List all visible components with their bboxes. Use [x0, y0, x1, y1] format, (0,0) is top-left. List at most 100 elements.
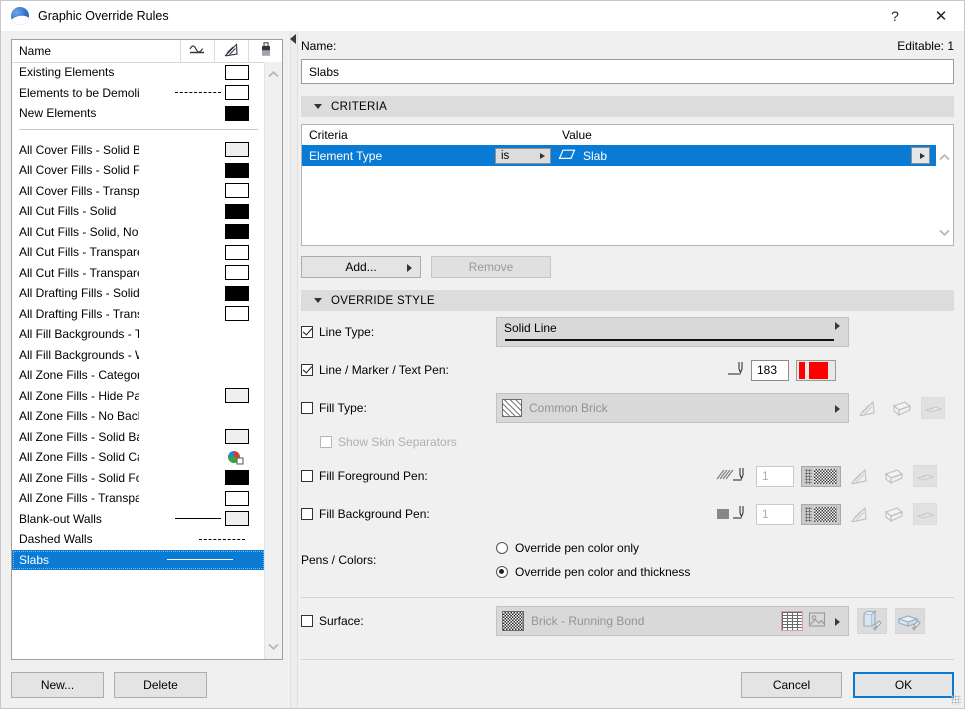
cancel-button[interactable]: Cancel	[741, 672, 842, 698]
close-button[interactable]: ✕	[918, 1, 964, 31]
fill-background-pattern-swatch[interactable]	[801, 503, 841, 525]
criteria-operator-dropdown[interactable]: is	[495, 147, 551, 164]
new-button[interactable]: New...	[11, 672, 104, 698]
show-skin-separators-checkbox[interactable]	[320, 436, 332, 448]
collapse-pane-icon[interactable]	[290, 34, 296, 44]
criteria-row[interactable]: Element Type is Slab	[302, 145, 936, 166]
list-item[interactable]: All Drafting Fills - Transparent	[12, 304, 265, 325]
cover-fill-icon[interactable]	[881, 465, 905, 487]
pens-option-color-only[interactable]: Override pen color only	[496, 537, 690, 558]
scroll-down-icon[interactable]	[265, 638, 282, 655]
remove-criteria-button[interactable]: Remove	[431, 256, 551, 278]
color-swatch	[225, 224, 249, 240]
radio-pen-color-and-thickness[interactable]	[496, 565, 508, 578]
pen-color-swatch[interactable]	[796, 359, 836, 381]
rule-name-input[interactable]: Slabs	[301, 59, 954, 84]
list-item[interactable]: All Cut Fills - Transparent, N...	[12, 263, 265, 284]
list-item[interactable]: All Zone Fills - Transparent	[12, 488, 265, 509]
cut-fill-icon[interactable]	[849, 465, 873, 487]
color-swatch	[225, 429, 249, 445]
brick-texture-icon[interactable]	[781, 611, 803, 631]
criteria-value-picker-button[interactable]	[911, 147, 930, 164]
list-item[interactable]: All Zone Fills - Category Back...	[12, 365, 265, 386]
column-header-name[interactable]: Name	[12, 44, 180, 58]
fill-background-pen-number-input[interactable]: 1	[756, 503, 794, 525]
list-item[interactable]: Elements to be Demolished	[12, 83, 265, 104]
list-item[interactable]: All Cut Fills - Solid, No Skin ...	[12, 222, 265, 243]
line-type-dropdown[interactable]: Solid Line	[496, 317, 849, 347]
list-item[interactable]: Dashed Walls	[12, 529, 265, 550]
column-header-line-type[interactable]	[180, 40, 214, 62]
dots-pattern-icon	[805, 468, 812, 484]
add-criteria-button[interactable]: Add...	[301, 256, 421, 278]
list-item[interactable]: Existing Elements	[12, 62, 265, 83]
fill-type-dropdown[interactable]: Common Brick	[496, 393, 849, 423]
surface-checkbox[interactable]	[301, 615, 313, 627]
list-item[interactable]: All Drafting Fills - Solid	[12, 283, 265, 304]
drafting-fill-icon[interactable]	[913, 503, 937, 525]
fill-type-checkbox[interactable]	[301, 402, 313, 414]
column-header-surface[interactable]	[248, 40, 282, 62]
help-button[interactable]: ?	[872, 1, 918, 31]
cover-fill-icon[interactable]	[881, 503, 905, 525]
list-item[interactable]: All Cut Fills - Solid	[12, 201, 265, 222]
list-item[interactable]: All Cut Fills - Transparent	[12, 242, 265, 263]
splitter-bar[interactable]	[290, 31, 298, 708]
drafting-fill-icon[interactable]	[921, 397, 945, 419]
fill-foreground-pen-number-input[interactable]: 1	[756, 465, 794, 487]
radio-pen-color-only[interactable]	[496, 541, 508, 554]
list-item[interactable]: All Cover Fills - Solid Backgr...	[12, 140, 265, 161]
list-item-preview	[139, 140, 265, 160]
drafting-fill-icon[interactable]	[913, 465, 937, 487]
scroll-down-icon[interactable]	[936, 224, 953, 241]
fill-foreground-pen-checkbox[interactable]	[301, 470, 313, 482]
list-item[interactable]: All Zone Fills - Solid Foregro...	[12, 468, 265, 489]
rules-list-scrollbar[interactable]	[264, 62, 282, 659]
scroll-up-icon[interactable]	[265, 66, 282, 83]
cut-fill-icon[interactable]	[849, 503, 873, 525]
list-item[interactable]: Blank-out Walls	[12, 509, 265, 530]
list-item-preview	[139, 222, 265, 242]
cut-fill-icon[interactable]	[857, 397, 881, 419]
list-item[interactable]: All Zone Fills - Solid Category	[12, 447, 265, 468]
paint-3d-icon[interactable]	[857, 608, 887, 634]
criteria-value-cell[interactable]: Slab	[558, 149, 911, 163]
rules-list-rows[interactable]: Existing Elements Elements to be Demolish…	[12, 62, 265, 659]
fill-type-value: Common Brick	[529, 401, 608, 415]
list-item[interactable]: All Fill Backgrounds - Windo...	[12, 345, 265, 366]
surface-dropdown[interactable]: Brick - Running Bond	[496, 606, 849, 636]
list-item[interactable]: Slabs	[12, 549, 265, 570]
divider	[19, 128, 258, 130]
scroll-up-icon[interactable]	[936, 149, 953, 166]
list-item[interactable]: All Fill Backgrounds - Transp...	[12, 324, 265, 345]
fill-background-pen-label: Fill Background Pen:	[319, 507, 430, 521]
line-marker-text-pen-checkbox[interactable]	[301, 364, 313, 376]
criteria-section-header[interactable]: CRITERIA	[301, 96, 954, 117]
cover-fill-icon[interactable]	[889, 397, 913, 419]
list-item[interactable]: All Cover Fills - Solid Foregr...	[12, 160, 265, 181]
color-swatch	[225, 85, 249, 101]
criteria-scrollbar[interactable]	[936, 145, 953, 245]
override-style-section-title: OVERRIDE STYLE	[331, 294, 435, 307]
line-type-checkbox[interactable]	[301, 326, 313, 338]
delete-button[interactable]: Delete	[114, 672, 207, 698]
picture-icon[interactable]	[808, 611, 826, 632]
override-style-section-header[interactable]: OVERRIDE STYLE	[301, 290, 954, 311]
list-item[interactable]: All Zone Fills - No Background	[12, 406, 265, 427]
fill-background-pen-checkbox[interactable]	[301, 508, 313, 520]
criteria-row-name: Element Type	[309, 148, 383, 163]
pens-option-color-thickness[interactable]: Override pen color and thickness	[496, 561, 690, 582]
pen-number-input[interactable]: 183	[751, 359, 789, 381]
list-item[interactable]: All Zone Fills - Solid Backgro...	[12, 427, 265, 448]
dialog-content: Name Existing Elements Elements to be De…	[1, 31, 964, 708]
list-item[interactable]: New Elements	[12, 103, 265, 124]
resize-grip[interactable]	[951, 695, 961, 705]
fill-foreground-pattern-swatch[interactable]	[801, 465, 841, 487]
column-header-fill-type[interactable]	[214, 40, 248, 62]
chevron-down-icon	[314, 298, 322, 303]
pane-splitter[interactable]	[286, 31, 300, 708]
ok-button[interactable]: OK	[853, 672, 954, 698]
list-item[interactable]: All Zone Fills - Hide Pattern	[12, 386, 265, 407]
paint-side-icon[interactable]	[895, 608, 925, 634]
list-item[interactable]: All Cover Fills - Transparent	[12, 181, 265, 202]
